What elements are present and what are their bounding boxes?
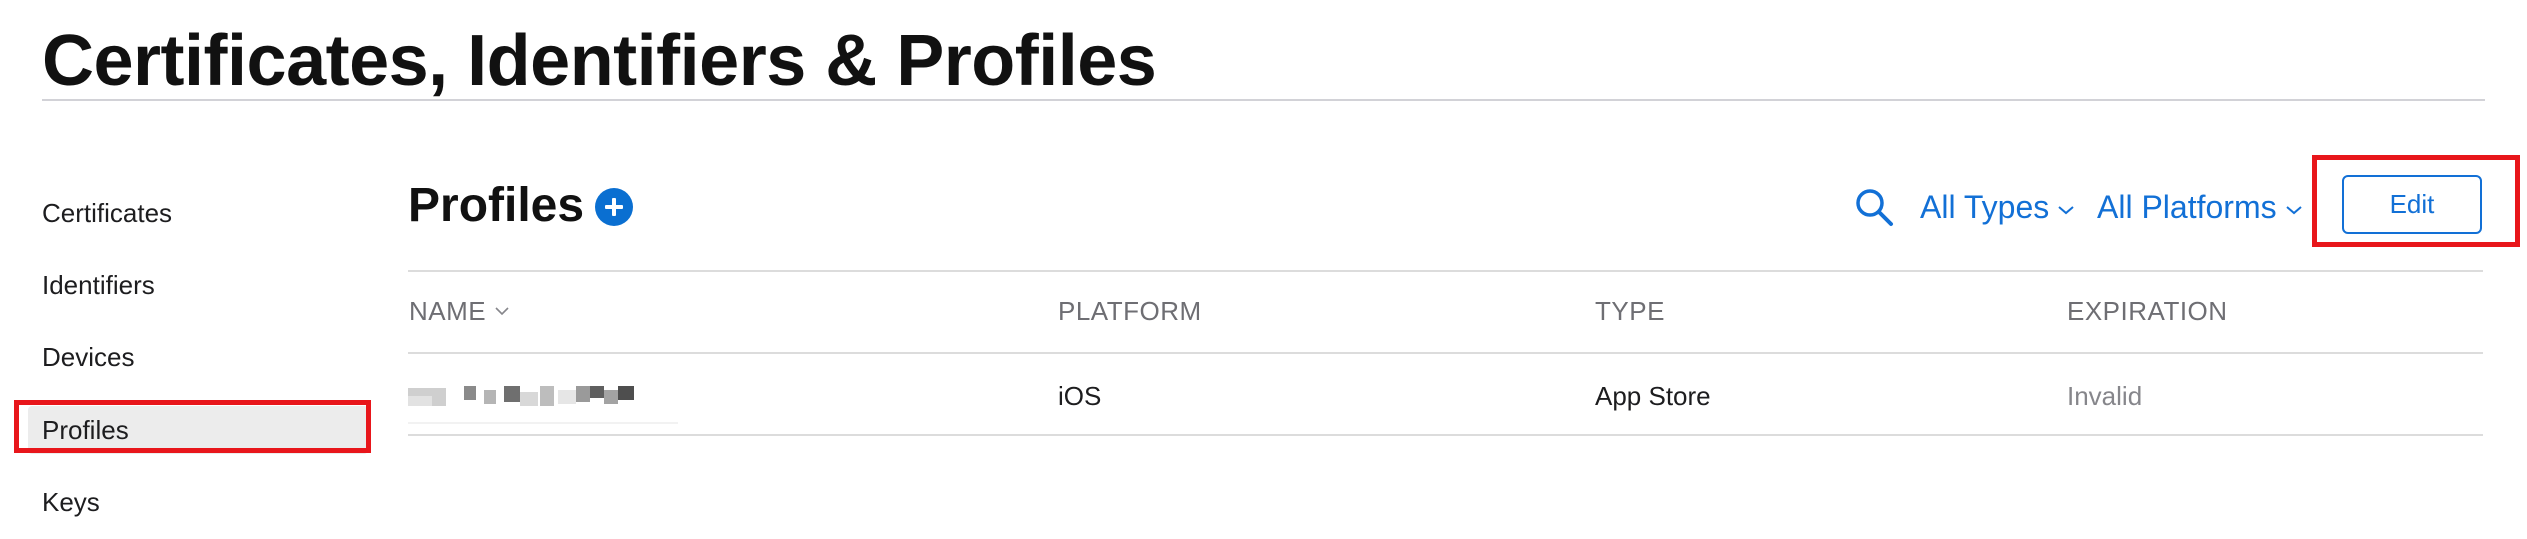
- chevron-down-icon: [2058, 206, 2074, 215]
- sidebar-item-label: Certificates: [42, 198, 173, 228]
- filter-types-label: All Types: [1920, 189, 2050, 225]
- column-header-platform: PLATFORM: [1058, 294, 1202, 328]
- search-icon[interactable]: [1853, 186, 1895, 228]
- sidebar-item-keys[interactable]: Keys: [28, 478, 368, 526]
- table-divider: [408, 270, 2483, 272]
- chevron-down-icon: [2285, 206, 2302, 215]
- sidebar-item-certificates[interactable]: Certificates: [28, 189, 368, 237]
- filter-platforms-dropdown[interactable]: All Platforms: [2097, 186, 2303, 228]
- title-divider: [42, 99, 2485, 101]
- sidebar-item-label: Keys: [42, 487, 100, 517]
- section-title: Profiles: [408, 179, 585, 232]
- redacted-profile-name[interactable]: [408, 382, 678, 424]
- column-header-label: TYPE: [1595, 296, 1665, 326]
- sidebar-item-identifiers[interactable]: Identifiers: [28, 261, 368, 309]
- column-header-label: PLATFORM: [1058, 296, 1202, 326]
- filter-platforms-label: All Platforms: [2097, 189, 2277, 225]
- table-divider: [408, 434, 2483, 436]
- sidebar-item-label: Identifiers: [42, 270, 155, 300]
- cell-type: App Store: [1595, 381, 1711, 411]
- table-divider: [408, 352, 2483, 354]
- profiles-highlight-box: [14, 400, 371, 453]
- sidebar-item-devices[interactable]: Devices: [28, 333, 368, 381]
- column-header-type: TYPE: [1595, 294, 1665, 328]
- cell-expiration: Invalid: [2067, 381, 2143, 411]
- chevron-down-icon: [495, 307, 509, 316]
- sidebar-item-label: Devices: [42, 342, 135, 372]
- plus-circle-icon[interactable]: [595, 188, 633, 226]
- cell-platform: iOS: [1058, 381, 1102, 411]
- page-title: Certificates, Identifiers & Profiles: [42, 21, 1157, 101]
- column-header-label: NAME: [409, 296, 487, 326]
- filter-types-dropdown[interactable]: All Types: [1920, 186, 2075, 228]
- edit-highlight-box: [2312, 155, 2520, 247]
- column-header-expiration: EXPIRATION: [2067, 294, 2228, 328]
- column-header-name[interactable]: NAME: [409, 294, 510, 328]
- column-header-label: EXPIRATION: [2067, 296, 2228, 326]
